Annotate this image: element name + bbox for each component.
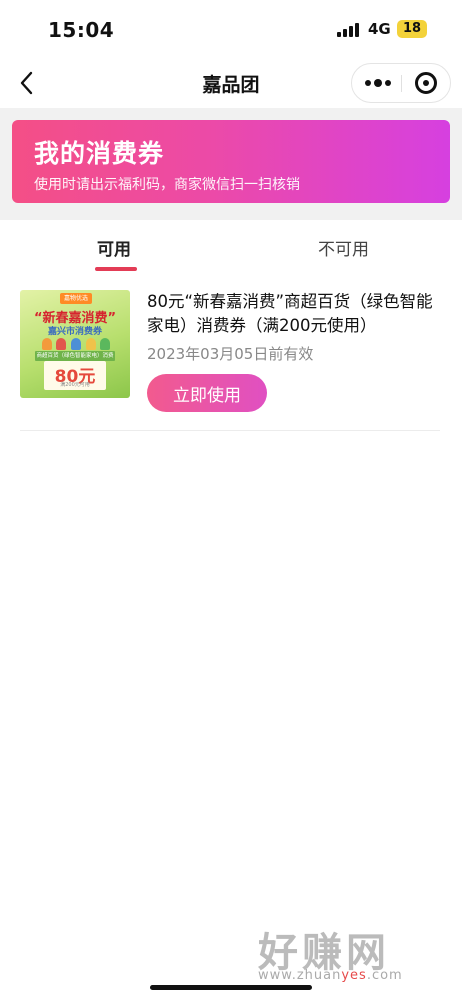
watermark-url: www.zhuanyes.com <box>258 968 403 983</box>
network-label: 4G <box>368 20 391 38</box>
coupon-item: 嘉物优选 “新春嘉消费” 嘉兴市消费券 商超百货（绿色智能家电）消费券 80元 … <box>0 274 462 432</box>
tab-bar: 可用 不可用 <box>0 220 462 274</box>
coupon-title: 80元“新春嘉消费”商超百货（绿色智能家电）消费券（满200元使用） <box>147 292 433 335</box>
watermark-url-highlight: yes <box>341 968 367 983</box>
thumbnail-tag: 嘉物优选 <box>60 293 93 304</box>
watermark: 好赚网 www.zhuanyes.com <box>258 920 448 990</box>
mini-program-capsule <box>351 63 451 103</box>
coupon-thumbnail: 嘉物优选 “新春嘉消费” 嘉兴市消费券 商超百货（绿色智能家电）消费券 80元 … <box>20 290 130 398</box>
banner-title: 我的消费券 <box>34 139 165 168</box>
coupon-expiry: 2023年03月05日前有效 <box>147 345 314 363</box>
banner-section: 我的消费券 使用时请出示福利码，商家微信扫一扫核销 <box>0 108 462 220</box>
use-now-button[interactable]: 立即使用 <box>147 374 267 412</box>
tab-available[interactable]: 可用 <box>97 235 131 260</box>
thumbnail-condition: 满200元可用 <box>60 382 90 388</box>
people-illustration-icon <box>38 336 112 350</box>
battery-indicator: 18 <box>397 20 427 38</box>
banner-subtitle: 使用时请出示福利码，商家微信扫一扫核销 <box>34 177 300 193</box>
home-indicator <box>150 985 312 990</box>
status-bar: 15:04 4G 18 <box>0 0 462 60</box>
nav-bar: 嘉品团 <box>0 60 462 106</box>
thumbnail-category: 商超百货（绿色智能家电）消费券 <box>35 351 115 369</box>
target-circle-icon[interactable] <box>415 72 437 94</box>
coupon-banner: 我的消费券 使用时请出示福利码，商家微信扫一扫核销 <box>12 120 450 203</box>
watermark-url-prefix: www.zhuan <box>258 968 342 983</box>
capsule-divider <box>401 75 402 92</box>
status-time: 15:04 <box>48 18 115 42</box>
tab-unavailable[interactable]: 不可用 <box>318 235 369 260</box>
watermark-url-suffix: .com <box>366 968 403 983</box>
signal-bars-icon <box>337 21 363 37</box>
divider <box>20 430 440 431</box>
more-dots-icon[interactable] <box>362 73 396 93</box>
thumbnail-amount-box: 80元 满200元可用 <box>44 361 106 390</box>
active-tab-indicator <box>95 267 137 271</box>
